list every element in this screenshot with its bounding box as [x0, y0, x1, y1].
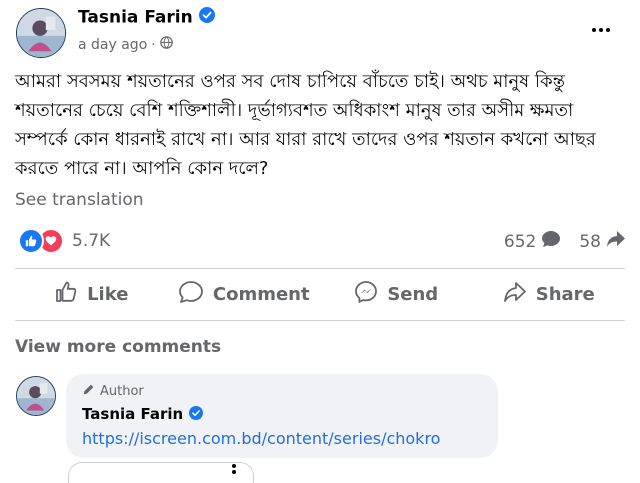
verified-badge-icon: [189, 405, 204, 424]
like-icon: [54, 280, 78, 309]
share-label: Share: [535, 283, 595, 305]
share-button[interactable]: Share: [473, 271, 626, 317]
share-count-icon: [606, 230, 626, 253]
divider-top: [15, 268, 625, 269]
comment-avatar[interactable]: [16, 376, 56, 416]
send-label: Send: [387, 283, 439, 305]
comment-count-icon: [541, 230, 561, 253]
more-icon[interactable]: [588, 20, 614, 40]
comment-count: 652: [503, 231, 537, 252]
like-label: Like: [87, 283, 129, 305]
comment-author-name[interactable]: Tasnia Farin: [82, 405, 204, 424]
post-time[interactable]: a day ago: [78, 37, 147, 53]
profile-avatar[interactable]: [16, 8, 66, 58]
pencil-icon: [82, 383, 95, 400]
comment-author-text[interactable]: Tasnia Farin: [82, 405, 183, 423]
see-translation-link[interactable]: See translation: [15, 190, 144, 210]
more-icon[interactable]: [232, 462, 236, 475]
send-button[interactable]: Send: [320, 271, 473, 317]
meta-separator: ·: [151, 36, 156, 53]
comment-label: Comment: [212, 283, 310, 305]
divider-bottom: [15, 320, 625, 321]
comment-icon: [178, 280, 204, 309]
view-more-comments[interactable]: View more comments: [15, 337, 221, 357]
reaction-summary[interactable]: 5.7K: [18, 228, 110, 254]
post-meta: a day ago ·: [78, 36, 173, 53]
author-badge: Author: [82, 383, 144, 400]
author-badge-label: Author: [100, 384, 144, 399]
globe-icon: [159, 36, 173, 53]
messenger-icon: [354, 280, 378, 309]
like-button[interactable]: Like: [15, 271, 168, 317]
post-author-text[interactable]: Tasnia Farin: [78, 8, 193, 28]
like-reaction-icon: [18, 228, 44, 254]
verified-badge-icon: [198, 7, 215, 28]
post-action-bar: Like Comment Send Share: [15, 271, 625, 317]
share-count: 58: [579, 231, 601, 252]
comment-link[interactable]: https://iscreen.com.bd/content/series/ch…: [82, 429, 440, 448]
share-icon: [503, 280, 527, 309]
share-count-group[interactable]: 58: [579, 230, 626, 253]
reply-preview[interactable]: [68, 462, 254, 483]
post-text: আমরা সবসময় শয়তানের ওপর সব দোষ চাপিয়ে …: [15, 71, 596, 179]
post-author-name[interactable]: Tasnia Farin: [78, 7, 215, 28]
post-stats: 652 58: [504, 230, 626, 253]
comment-button[interactable]: Comment: [168, 271, 321, 317]
reaction-count[interactable]: 5.7K: [72, 231, 110, 251]
comment-count-group[interactable]: 652: [504, 230, 561, 253]
